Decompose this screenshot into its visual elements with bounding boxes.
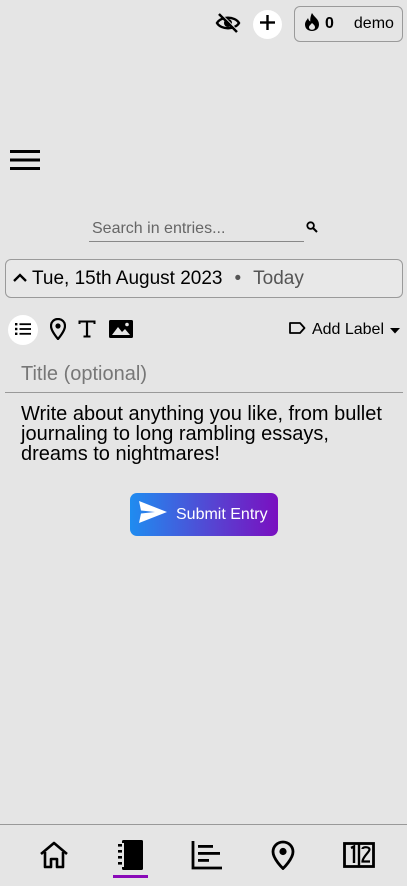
username: demo xyxy=(353,15,394,32)
nav-map[interactable] xyxy=(266,839,300,873)
list-icon xyxy=(15,322,31,339)
list-toggle-button[interactable] xyxy=(8,315,38,345)
magnifier-icon xyxy=(306,221,318,236)
text-format-button[interactable] xyxy=(78,320,96,341)
image-button[interactable] xyxy=(108,319,134,342)
submit-label: Submit Entry xyxy=(176,505,268,523)
tag-icon xyxy=(288,321,306,340)
entry-body-placeholder: Write about anything you like, from bull… xyxy=(21,403,382,465)
caret-down-icon xyxy=(390,321,400,339)
menu-button[interactable] xyxy=(10,148,40,172)
flame-icon xyxy=(303,12,321,37)
nav-stats[interactable] xyxy=(190,839,224,873)
entry-toolbar: Add Label xyxy=(8,314,400,346)
top-actions: 0 demo xyxy=(215,6,403,42)
nav-home[interactable] xyxy=(37,839,71,873)
text-icon xyxy=(78,320,96,341)
add-label-text: Add Label xyxy=(311,321,384,338)
send-icon xyxy=(138,500,168,529)
relative-date: Today xyxy=(253,267,304,289)
calendar-icon xyxy=(343,841,375,871)
journal-page: 0 demo Search in entries... Tue, 15th Au… xyxy=(0,0,407,886)
bottom-navigation xyxy=(0,824,407,886)
nav-journal[interactable] xyxy=(113,839,147,873)
chevron-up-icon[interactable] xyxy=(12,268,28,290)
location-button[interactable] xyxy=(49,317,67,343)
search-bar xyxy=(89,216,319,244)
nav-calendar[interactable] xyxy=(342,839,376,873)
add-label-button[interactable]: Add Label xyxy=(288,321,400,340)
hamburger-icon xyxy=(10,150,40,175)
entry-body-editor[interactable]: Write about anything you like, from bull… xyxy=(21,404,393,474)
location-pin-icon xyxy=(49,317,67,343)
map-icon xyxy=(271,840,295,873)
search-button[interactable] xyxy=(306,221,318,236)
home-icon xyxy=(39,841,69,872)
entry-date: Tue, 15th August 2023 xyxy=(32,267,223,289)
add-entry-button[interactable] xyxy=(253,9,282,39)
stats-icon xyxy=(191,840,223,873)
search-input[interactable] xyxy=(89,216,304,242)
hide-button[interactable] xyxy=(215,11,241,37)
submit-entry-button[interactable]: Submit Entry xyxy=(130,493,278,536)
date-selector[interactable]: Tue, 15th August 2023 • Today xyxy=(5,259,403,298)
streak-count: 0 xyxy=(325,15,334,32)
date-separator: • xyxy=(234,267,242,289)
image-icon xyxy=(108,319,134,342)
user-menu-button[interactable]: 0 demo xyxy=(294,6,403,42)
eye-off-icon xyxy=(215,11,241,37)
active-tab-indicator xyxy=(113,875,148,878)
journal-icon xyxy=(115,839,145,874)
plus-icon xyxy=(259,14,276,34)
title-input[interactable] xyxy=(5,356,403,393)
